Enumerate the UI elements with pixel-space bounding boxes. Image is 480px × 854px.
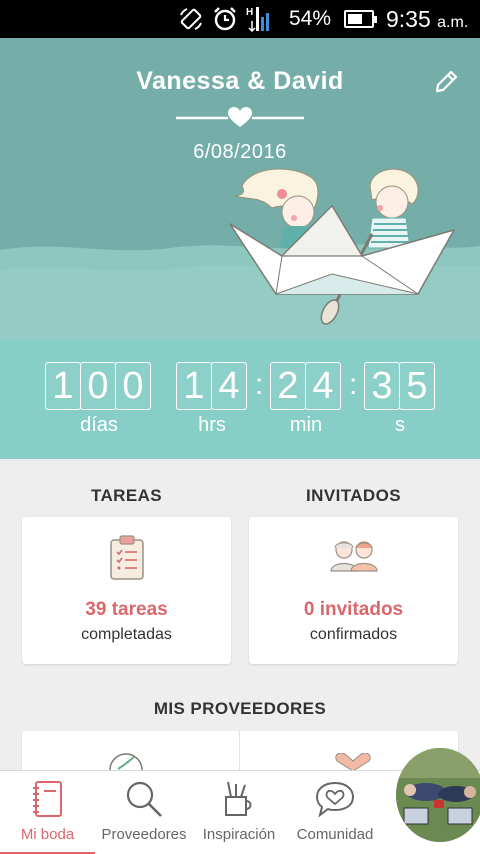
- time-separator: :: [349, 368, 358, 401]
- nav-mi-boda[interactable]: Mi boda: [0, 771, 95, 854]
- search-icon: [126, 781, 162, 817]
- avatar-photo: [396, 748, 480, 842]
- tasks-card[interactable]: 39 tareas completadas: [22, 517, 231, 664]
- countdown-minutes: 2 4: [270, 362, 341, 410]
- guests-section-title: INVITADOS: [306, 486, 401, 505]
- heart-divider: [176, 107, 304, 127]
- nav-proveedores[interactable]: Proveedores: [95, 771, 193, 854]
- nav-label: Mi boda: [20, 826, 75, 843]
- nav-inspiracion[interactable]: Inspiración: [193, 771, 285, 854]
- pencil-icon[interactable]: [432, 68, 460, 96]
- status-icons: H: [178, 6, 274, 33]
- countdown-seconds: 3 5: [364, 362, 435, 410]
- clock: 9:35 a.m.: [386, 6, 468, 33]
- inspiration-icon: [225, 781, 252, 816]
- clock-time: 9:35: [386, 6, 431, 32]
- notebook-icon: [32, 781, 62, 817]
- alarm-icon: [214, 7, 236, 31]
- minutes-digit: 2: [270, 362, 306, 410]
- nav-comunidad[interactable]: Comunidad: [285, 771, 385, 854]
- countdown: 1 0 0 1 4 : 2 4 : 3 5 días hrs min s: [0, 340, 480, 459]
- time-separator: :: [255, 368, 264, 401]
- heart-icon: [335, 753, 371, 771]
- days-label: días: [80, 414, 118, 436]
- nav-label: Proveedores: [101, 826, 187, 843]
- minutes-digit: 4: [305, 362, 341, 410]
- seconds-digit: 5: [399, 362, 435, 410]
- battery-percent: 54%: [289, 7, 332, 30]
- paper-boat-illustration: [229, 168, 455, 325]
- days-digit: 0: [115, 362, 151, 410]
- vendors-section-title: MIS PROVEEDORES: [153, 699, 327, 718]
- nav-label: Comunidad: [296, 826, 374, 843]
- nav-label: Inspiración: [202, 826, 276, 843]
- battery-icon: [344, 10, 377, 28]
- tasks-section-title: TAREAS: [90, 486, 163, 505]
- tasks-count: 39 tareas: [85, 599, 168, 620]
- seconds-label: s: [395, 414, 405, 436]
- hours-digit: 4: [211, 362, 247, 410]
- minutes-label: min: [289, 414, 323, 436]
- clipboard-icon: [110, 535, 144, 580]
- days-digit: 1: [45, 362, 81, 410]
- rotate-icon: [180, 8, 202, 30]
- check-circle-icon: [109, 753, 143, 771]
- guests-count: 0 invitados: [303, 599, 404, 620]
- avatar[interactable]: [396, 748, 480, 842]
- hours-digit: 1: [176, 362, 212, 410]
- wedding-header: Vanessa & David 6/08/2016: [0, 38, 480, 340]
- tasks-subtitle: completadas: [81, 626, 172, 643]
- svg-text:H: H: [246, 7, 253, 18]
- hours-label: hrs: [198, 414, 226, 436]
- guests-card[interactable]: 0 invitados confirmados: [249, 517, 458, 664]
- clock-ampm: a.m.: [437, 14, 469, 31]
- seconds-digit: 3: [364, 362, 400, 410]
- guests-subtitle: confirmados: [309, 626, 398, 643]
- days-digit: 0: [80, 362, 116, 410]
- heart-icon: [228, 107, 252, 127]
- countdown-days: 1 0 0: [45, 362, 151, 410]
- signal-icon: H: [246, 7, 269, 33]
- couple-names: Vanessa & David: [136, 67, 344, 95]
- status-bar: H 54% 9:35 a.m.: [0, 0, 480, 38]
- countdown-hours: 1 4: [176, 362, 247, 410]
- community-icon: [315, 781, 355, 818]
- guests-icon: [330, 541, 378, 572]
